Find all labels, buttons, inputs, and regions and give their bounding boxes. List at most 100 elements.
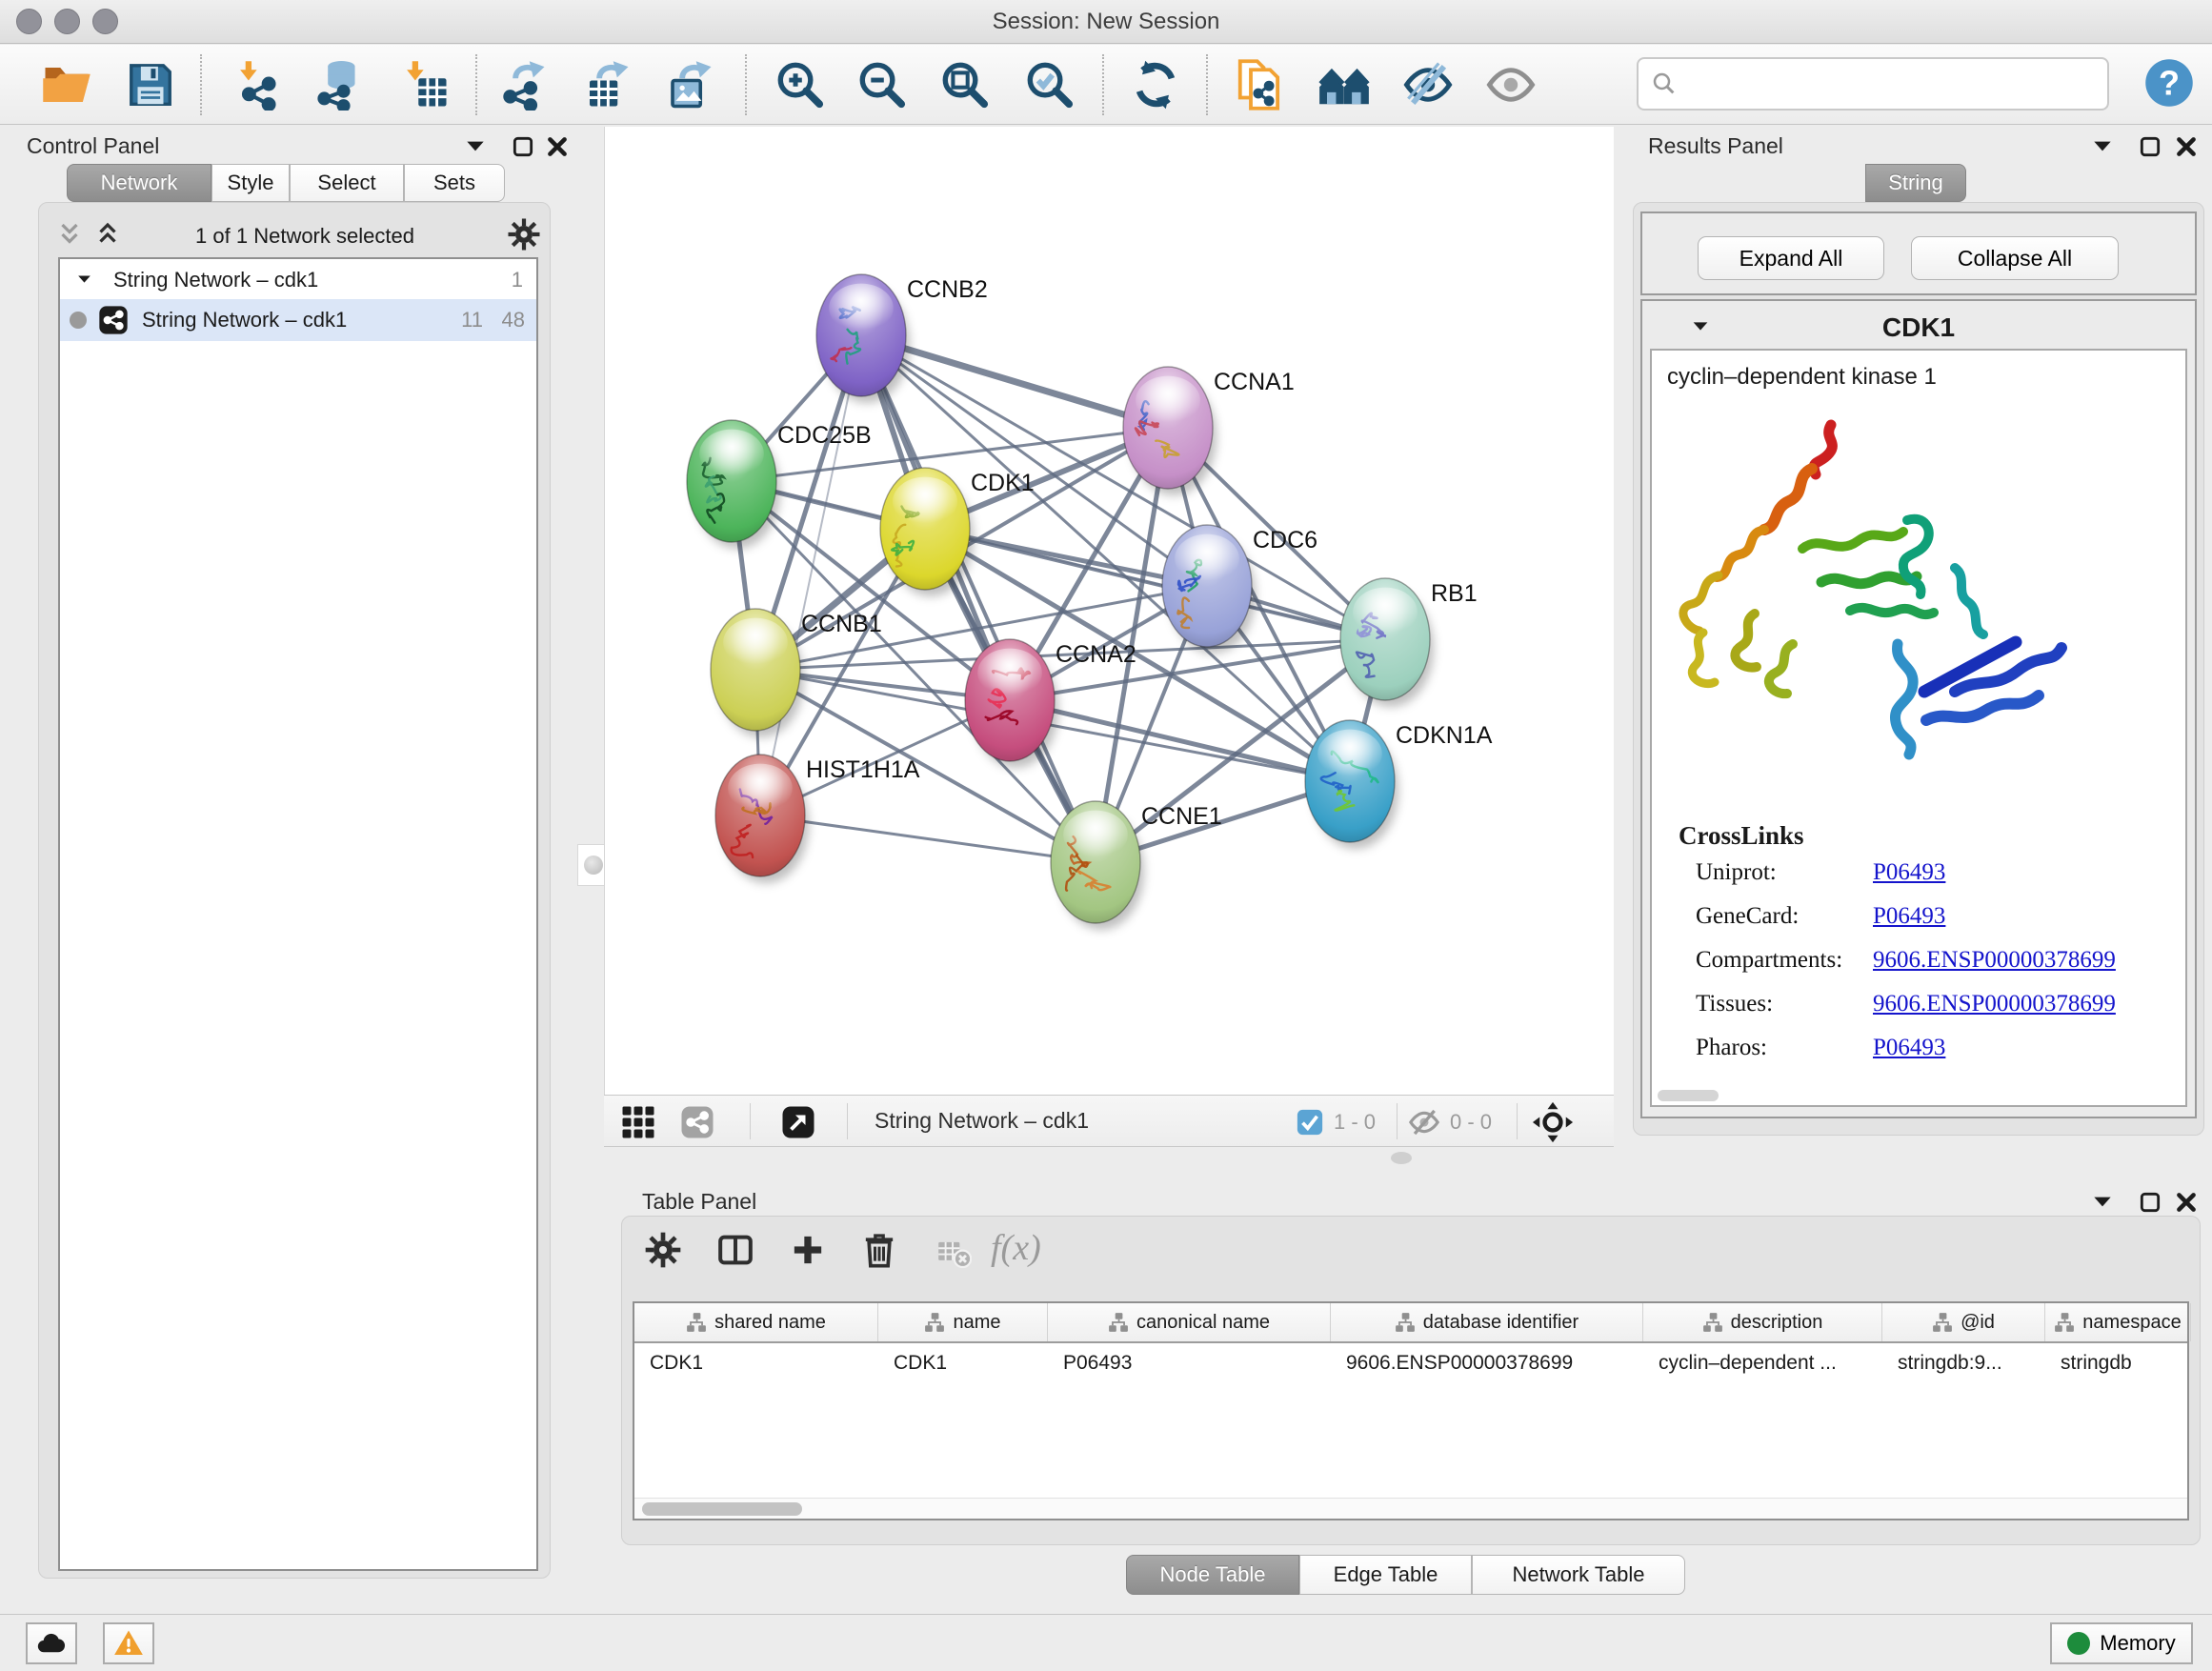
network-edge bbox=[760, 335, 861, 815]
memory-button[interactable]: Memory bbox=[2050, 1622, 2193, 1664]
expand-all-networks-icon[interactable] bbox=[93, 220, 122, 249]
save-session-button[interactable] bbox=[123, 57, 178, 112]
network-node-RB1[interactable]: RB1 bbox=[1340, 578, 1478, 707]
table-hscrollbar-thumb[interactable] bbox=[642, 1502, 802, 1516]
network-share-icon[interactable] bbox=[680, 1105, 714, 1139]
tab-sets[interactable]: Sets bbox=[404, 164, 505, 202]
column-header-database-identifier[interactable]: database identifier bbox=[1331, 1303, 1643, 1341]
add-column-icon[interactable] bbox=[789, 1231, 827, 1269]
column-header-shared-name[interactable]: shared name bbox=[634, 1303, 878, 1341]
network-node-CDC6[interactable]: CDC6 bbox=[1162, 525, 1317, 654]
network-collection-row[interactable]: String Network – cdk1 1 bbox=[60, 259, 536, 299]
control-panel-close-icon[interactable] bbox=[545, 134, 570, 159]
column-header--id[interactable]: @id bbox=[1882, 1303, 2045, 1341]
import-table-button[interactable] bbox=[397, 57, 452, 112]
tab-string[interactable]: String bbox=[1865, 164, 1966, 202]
warning-status-button[interactable] bbox=[103, 1622, 154, 1664]
network-node-CCNA1[interactable]: CCNA1 bbox=[1123, 367, 1295, 495]
table-panel-float-icon[interactable] bbox=[2138, 1190, 2162, 1215]
column-header-namespace[interactable]: namespace bbox=[2045, 1303, 2191, 1341]
column-header-name[interactable]: name bbox=[878, 1303, 1048, 1341]
tab-style[interactable]: Style bbox=[211, 164, 290, 202]
network-label: String Network – cdk1 bbox=[142, 308, 347, 332]
import-network-file-button[interactable] bbox=[231, 57, 286, 112]
table-cell[interactable]: CDK1 bbox=[634, 1343, 878, 1385]
collapse-all-networks-icon[interactable] bbox=[55, 220, 84, 249]
table-cell[interactable]: cyclin–dependent ... bbox=[1643, 1343, 1882, 1385]
crosslink-link[interactable]: P06493 bbox=[1873, 859, 1945, 886]
selected-checkbox-icon[interactable] bbox=[1296, 1108, 1324, 1137]
zoom-selected-button[interactable] bbox=[1022, 57, 1077, 112]
column-header-description[interactable]: description bbox=[1643, 1303, 1882, 1341]
delete-column-icon[interactable] bbox=[860, 1231, 898, 1269]
collapse-all-button[interactable]: Collapse All bbox=[1911, 236, 2119, 280]
zoom-in-button[interactable] bbox=[773, 57, 828, 112]
show-all-button[interactable] bbox=[1483, 57, 1538, 112]
help-button[interactable]: ? bbox=[2142, 55, 2197, 111]
network-node-CCNB2[interactable]: CCNB2 bbox=[816, 274, 988, 403]
tab-select[interactable]: Select bbox=[290, 164, 404, 202]
network-node-CCNB1[interactable]: CCNB1 bbox=[711, 609, 882, 737]
tab-network[interactable]: Network bbox=[67, 164, 211, 202]
network-node-CDK1[interactable]: CDK1 bbox=[880, 468, 1035, 596]
crosslink-link[interactable]: 9606.ENSP00000378699 bbox=[1873, 991, 2116, 1017]
import-network-database-button[interactable] bbox=[311, 57, 366, 112]
birdseye-grid-icon[interactable] bbox=[621, 1105, 655, 1139]
horizontal-splitter-handle[interactable] bbox=[1391, 1152, 1412, 1164]
export-table-button[interactable] bbox=[579, 57, 634, 112]
open-session-button[interactable] bbox=[39, 57, 94, 112]
hidden-eye-icon[interactable] bbox=[1408, 1106, 1440, 1138]
table-hscrollbar[interactable] bbox=[634, 1498, 2187, 1519]
tab-network-table[interactable]: Network Table bbox=[1472, 1555, 1685, 1595]
node-table[interactable]: shared name name canonical namedatabase id… bbox=[633, 1301, 2189, 1520]
control-panel-menu-icon[interactable] bbox=[463, 134, 488, 159]
table-cell[interactable]: CDK1 bbox=[878, 1343, 1048, 1385]
network-node-CDKN1A[interactable]: CDKN1A bbox=[1305, 720, 1493, 849]
network-canvas[interactable]: CCNB2CCNA1CDC25BCDK1CDC6RB1CCNB1CCNA2CDK… bbox=[604, 127, 1614, 1095]
crosslink-link[interactable]: 9606.ENSP00000378699 bbox=[1873, 947, 2116, 974]
table-cell[interactable]: 9606.ENSP00000378699 bbox=[1331, 1343, 1643, 1385]
detach-view-icon[interactable] bbox=[781, 1105, 815, 1139]
crosslink-link[interactable]: P06493 bbox=[1873, 903, 1945, 930]
column-header-label: shared name bbox=[714, 1312, 826, 1334]
tab-edge-table[interactable]: Edge Table bbox=[1299, 1555, 1472, 1595]
network-row-selected[interactable]: String Network – cdk1 11 48 bbox=[60, 299, 536, 341]
table-panel-close-icon[interactable] bbox=[2174, 1190, 2199, 1215]
tab-node-table[interactable]: Node Table bbox=[1126, 1555, 1299, 1595]
export-network-button[interactable] bbox=[495, 57, 551, 112]
results-panel-float-icon[interactable] bbox=[2138, 134, 2162, 159]
table-cell[interactable]: P06493 bbox=[1048, 1343, 1331, 1385]
table-row[interactable]: CDK1CDK1P064939606.ENSP00000378699cyclin… bbox=[634, 1343, 2187, 1385]
show-columns-icon[interactable] bbox=[716, 1231, 754, 1269]
search-box[interactable] bbox=[1637, 57, 2109, 111]
network-node-HIST1H1A[interactable]: HIST1H1A bbox=[715, 755, 920, 883]
table-cell[interactable]: stringdb:9... bbox=[1882, 1343, 2045, 1385]
export-image-button[interactable] bbox=[662, 57, 717, 112]
network-graph[interactable]: CCNB2CCNA1CDC25BCDK1CDC6RB1CCNB1CCNA2CDK… bbox=[605, 127, 1615, 1095]
network-node-CCNE1[interactable]: CCNE1 bbox=[1051, 801, 1222, 930]
column-header-canonical-name[interactable]: canonical name bbox=[1048, 1303, 1331, 1341]
zoom-fit-button[interactable] bbox=[937, 57, 993, 112]
collection-expand-icon[interactable] bbox=[75, 271, 93, 289]
results-panel-menu-icon[interactable] bbox=[2090, 134, 2115, 159]
column-header-label: name bbox=[953, 1312, 1000, 1334]
homes-button[interactable] bbox=[1317, 57, 1372, 112]
table-panel-menu-icon[interactable] bbox=[2090, 1190, 2115, 1215]
control-panel-float-icon[interactable] bbox=[511, 134, 535, 159]
table-gear-icon[interactable] bbox=[644, 1231, 682, 1269]
crosslink-link[interactable]: P06493 bbox=[1873, 1035, 1945, 1061]
cloud-status-button[interactable] bbox=[26, 1622, 77, 1664]
zoom-out-button[interactable] bbox=[855, 57, 910, 112]
document-share-button[interactable] bbox=[1232, 57, 1287, 112]
expand-all-button[interactable]: Expand All bbox=[1698, 236, 1884, 280]
birdseye-crosshair-icon[interactable] bbox=[1532, 1101, 1574, 1143]
collection-label: String Network – cdk1 bbox=[113, 268, 318, 292]
search-input[interactable] bbox=[1686, 71, 2096, 96]
results-scrollbar-thumb[interactable] bbox=[1658, 1090, 1719, 1101]
hide-selected-button[interactable] bbox=[1400, 57, 1456, 112]
network-panel-options-gear-icon[interactable] bbox=[507, 217, 541, 252]
table-cell[interactable]: stringdb bbox=[2045, 1343, 2191, 1385]
refresh-button[interactable] bbox=[1128, 57, 1183, 112]
network-node-CCNA2[interactable]: CCNA2 bbox=[965, 639, 1136, 768]
results-panel-close-icon[interactable] bbox=[2174, 134, 2199, 159]
